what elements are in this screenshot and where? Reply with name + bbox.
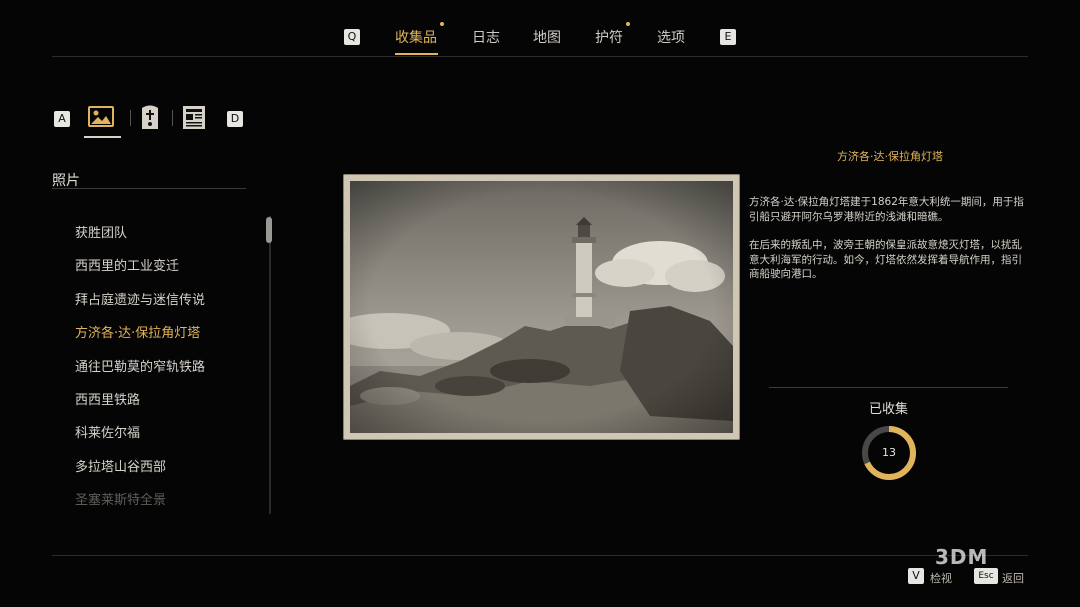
detail-description: 方济各·达·保拉角灯塔建于1862年意大利统一期间，用于指引船只避开阿尔乌罗港附… <box>749 195 1031 296</box>
tab-label: 选项 <box>657 30 685 46</box>
tab-journal[interactable]: 日志 <box>472 27 500 47</box>
inspect-key-hint[interactable]: V <box>908 568 924 584</box>
section-divider <box>52 188 246 189</box>
new-indicator-dot <box>440 22 444 26</box>
next-tab-key-hint[interactable]: E <box>720 29 736 45</box>
header-divider <box>52 56 1028 57</box>
tab-label: 收集品 <box>395 30 437 46</box>
list-item[interactable]: 西西里铁路 <box>75 389 205 422</box>
watermark-logo: 3DM <box>935 545 989 569</box>
lighthouse-photo <box>343 174 740 440</box>
active-tab-underline <box>395 53 438 55</box>
tab-label: 地图 <box>533 30 561 46</box>
back-key-hint[interactable]: Esc <box>974 568 998 584</box>
tab-label: 护符 <box>595 30 623 46</box>
collected-count: 13 <box>882 446 896 459</box>
list-item[interactable]: 西西里的工业变迁 <box>75 255 205 288</box>
next-category-key-hint[interactable]: D <box>227 111 243 127</box>
prev-category-key-hint[interactable]: A <box>54 111 70 127</box>
list-section-title: 照片 <box>52 173 80 189</box>
tab-collectibles[interactable]: 收集品 <box>395 22 444 47</box>
lighthouse-photo-image <box>350 181 733 433</box>
collected-label: 已收集 <box>868 402 908 417</box>
category-separator <box>130 110 131 126</box>
list-item[interactable]: 拜占庭遗迹与迷信传说 <box>75 289 205 322</box>
tab-label: 日志 <box>472 30 500 46</box>
new-indicator-dot <box>626 22 630 26</box>
back-label[interactable]: 返回 <box>1002 570 1024 586</box>
list-item[interactable]: 科莱佐尔福 <box>75 422 205 455</box>
description-paragraph: 在后来的叛乱中，波旁王朝的保皇派故意熄灭灯塔，以扰乱意大利海军的行动。如今，灯塔… <box>749 239 1022 280</box>
inspect-label[interactable]: 检视 <box>930 570 952 586</box>
photo-icon[interactable] <box>88 104 114 130</box>
list-item[interactable]: 圣塞莱斯特全景 <box>75 489 205 522</box>
list-scrollbar-track[interactable] <box>269 216 271 514</box>
list-item[interactable]: 通往巴勒莫的窄轨铁路 <box>75 356 205 389</box>
list-item-selected[interactable]: 方济各·达·保拉角灯塔 <box>75 322 205 355</box>
active-category-underline <box>84 136 121 138</box>
tab-map[interactable]: 地图 <box>533 27 561 47</box>
collection-divider <box>769 387 1008 388</box>
list-item[interactable]: 获胜团队 <box>75 222 205 255</box>
tab-options[interactable]: 选项 <box>657 27 685 47</box>
category-separator <box>172 110 173 126</box>
detail-title: 方济各·达·保拉角灯塔 <box>837 150 943 163</box>
list-scrollbar-thumb[interactable] <box>266 217 272 243</box>
tab-charms[interactable]: 护符 <box>595 22 630 47</box>
top-navigation: Q 收集品 日志 地图 护符 选项 E <box>0 0 1080 58</box>
footer-divider <box>52 555 1028 556</box>
newspaper-icon[interactable] <box>181 104 207 130</box>
description-paragraph: 方济各·达·保拉角灯塔建于1862年意大利统一期间，用于指引船只避开阿尔乌罗港附… <box>749 196 1024 223</box>
grave-cross-icon[interactable] <box>137 104 163 130</box>
photo-list: 获胜团队 西西里的工业变迁 拜占庭遗迹与迷信传说 方济各·达·保拉角灯塔 通往巴… <box>75 222 205 523</box>
list-item[interactable]: 多拉塔山谷西部 <box>75 456 205 489</box>
prev-tab-key-hint[interactable]: Q <box>344 29 360 45</box>
